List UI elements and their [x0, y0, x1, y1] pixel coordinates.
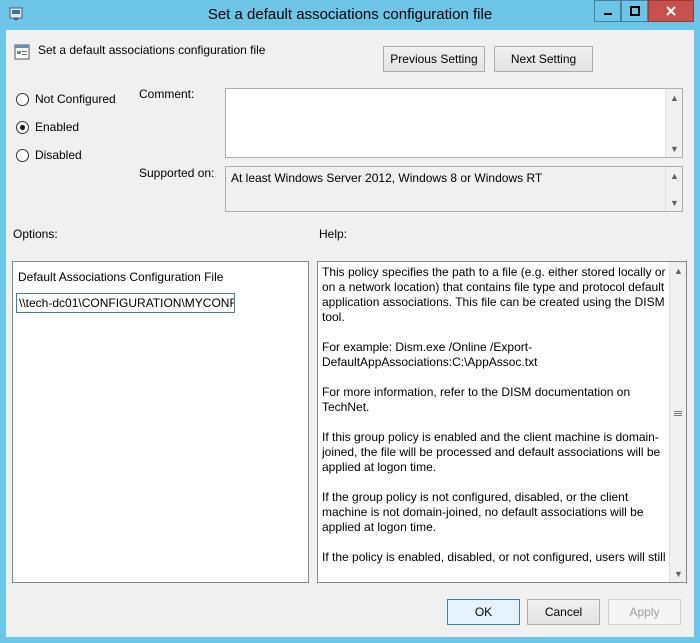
- cancel-label: Cancel: [544, 605, 583, 619]
- help-paragraph: This policy specifies the path to a file…: [322, 265, 666, 324]
- setting-title: Set a default associations configuration…: [38, 43, 266, 57]
- help-panel: This policy specifies the path to a file…: [317, 261, 687, 583]
- config-file-label: Default Associations Configuration File: [18, 270, 224, 284]
- help-paragraph: For example: Dism.exe /Online /Export-De…: [322, 340, 538, 369]
- radio-label-disabled: Disabled: [35, 148, 82, 162]
- maximize-button[interactable]: [621, 0, 648, 22]
- next-setting-button[interactable]: Next Setting: [494, 46, 593, 72]
- comment-scrollbar[interactable]: ▲ ▼: [665, 89, 682, 157]
- comment-label: Comment:: [139, 87, 195, 101]
- supported-on-label: Supported on:: [139, 166, 215, 180]
- ok-label: OK: [474, 605, 493, 619]
- dialog-window: Set a default associations configuration…: [0, 0, 700, 643]
- minimize-button[interactable]: [594, 0, 621, 22]
- scroll-down-arrow-icon[interactable]: ▼: [666, 194, 683, 211]
- options-panel: Default Associations Configuration File …: [12, 261, 309, 583]
- apply-button: Apply: [608, 599, 681, 625]
- radio-disabled[interactable]: Disabled: [16, 148, 82, 162]
- help-label: Help:: [319, 227, 348, 241]
- scroll-up-arrow-icon[interactable]: ▲: [666, 167, 683, 184]
- scroll-down-arrow-icon[interactable]: ▼: [666, 140, 683, 157]
- config-file-input[interactable]: \\tech-dc01\CONFIGURATION\MYCONF: [16, 293, 235, 313]
- radio-enabled[interactable]: Enabled: [16, 120, 79, 134]
- help-paragraph: For more information, refer to the DISM …: [322, 385, 631, 414]
- scroll-up-arrow-icon[interactable]: ▲: [670, 262, 687, 279]
- scroll-grip-icon[interactable]: [674, 411, 682, 416]
- supported-scrollbar[interactable]: ▲ ▼: [665, 167, 682, 211]
- close-icon: [666, 6, 676, 16]
- apply-label: Apply: [629, 605, 660, 619]
- options-label: Options:: [13, 227, 58, 241]
- radio-label-enabled: Enabled: [35, 120, 80, 134]
- help-paragraph: If the group policy is not configured, d…: [322, 490, 644, 534]
- next-setting-label: Next Setting: [510, 52, 577, 66]
- radio-circle[interactable]: [16, 148, 29, 162]
- radio-label-not-configured: Not Configured: [35, 92, 116, 106]
- maximize-icon: [629, 6, 640, 16]
- cancel-button[interactable]: Cancel: [527, 599, 600, 625]
- dialog-client: Set a default associations configuration…: [6, 30, 694, 637]
- minimize-icon: [603, 13, 612, 15]
- previous-setting-button[interactable]: Previous Setting: [383, 46, 485, 72]
- title-bar[interactable]: Set a default associations configuration…: [0, 0, 700, 30]
- scroll-down-arrow-icon[interactable]: ▼: [670, 565, 687, 582]
- radio-circle[interactable]: [16, 92, 29, 106]
- comment-textbox[interactable]: ▲ ▼: [225, 88, 683, 158]
- previous-setting-label: Previous Setting: [390, 52, 478, 66]
- help-text: This policy specifies the path to a file…: [322, 265, 666, 580]
- supported-on-value: At least Windows Server 2012, Windows 8 …: [231, 171, 543, 185]
- help-paragraph: If this group policy is enabled and the …: [322, 430, 661, 474]
- comment-value: [226, 89, 682, 97]
- help-paragraph: If the policy is enabled, disabled, or n…: [322, 550, 666, 564]
- help-scrollbar[interactable]: ▲ ▼: [669, 262, 686, 582]
- supported-on-box: At least Windows Server 2012, Windows 8 …: [225, 166, 683, 212]
- radio-circle-checked[interactable]: [16, 120, 29, 134]
- scroll-up-arrow-icon[interactable]: ▲: [666, 89, 683, 106]
- radio-not-configured[interactable]: Not Configured: [16, 92, 116, 106]
- close-button[interactable]: [648, 0, 694, 22]
- policy-setting-icon: [14, 44, 30, 60]
- ok-button[interactable]: OK: [447, 599, 520, 625]
